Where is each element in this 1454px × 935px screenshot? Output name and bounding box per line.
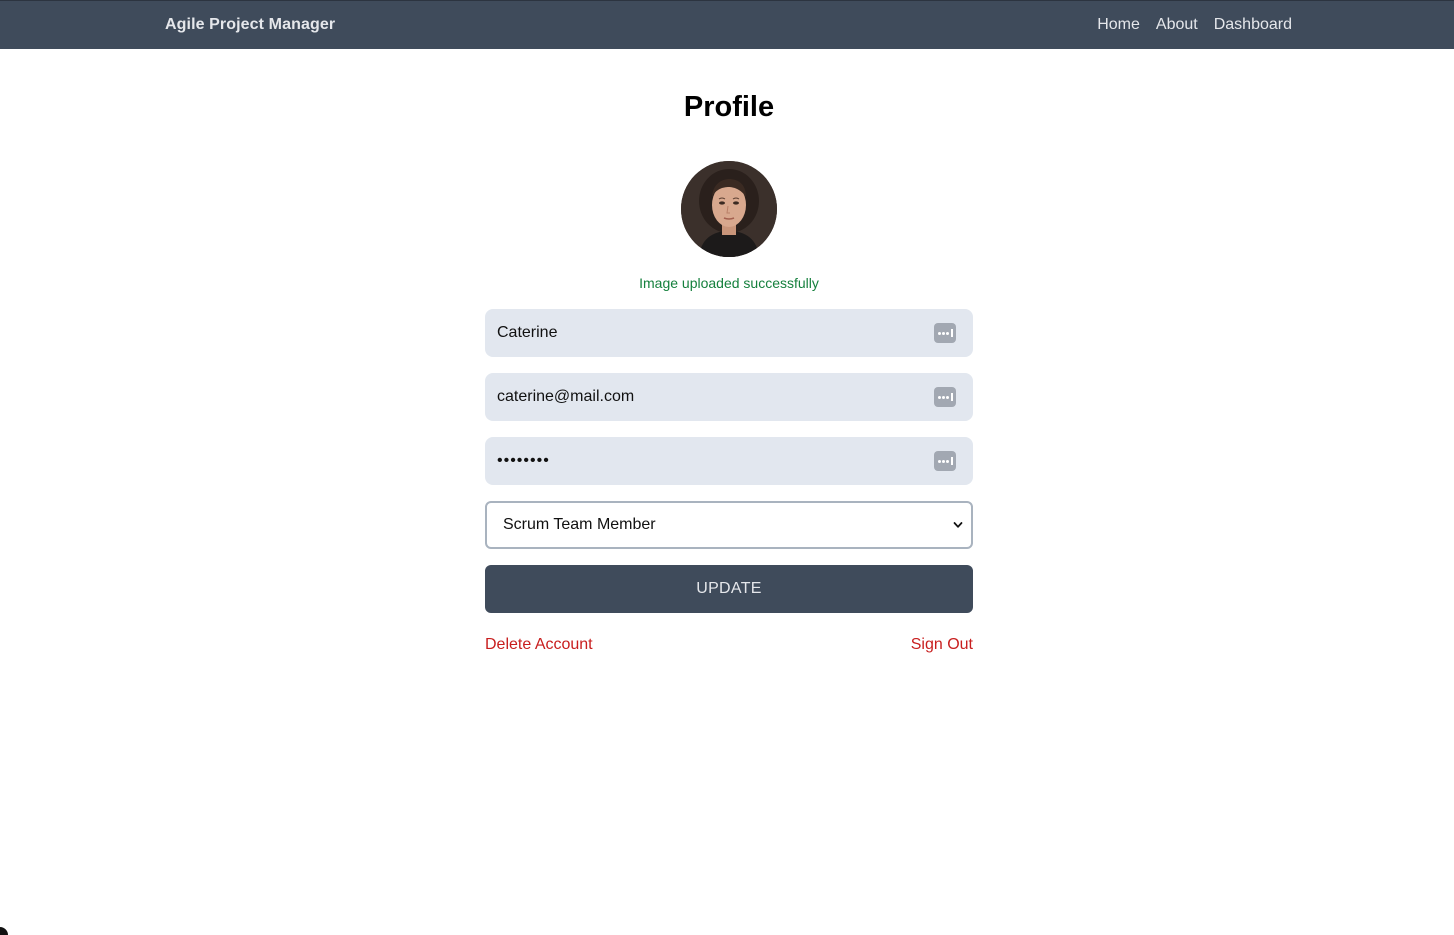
nav-home-link[interactable]: Home <box>1097 16 1140 34</box>
nav-dashboard-link[interactable]: Dashboard <box>1214 16 1292 34</box>
avatar-image <box>681 161 777 257</box>
chevron-down-icon <box>953 522 963 528</box>
username-input[interactable] <box>485 309 915 357</box>
sign-out-link[interactable]: Sign Out <box>911 636 973 654</box>
password-manager-key-icon[interactable] <box>934 387 956 407</box>
password-field[interactable]: •••••••• <box>485 437 973 485</box>
email-input[interactable] <box>485 373 915 421</box>
nav-links: Home About Dashboard <box>1097 16 1292 34</box>
password-manager-key-icon[interactable] <box>934 451 956 471</box>
password-input[interactable]: •••••••• <box>485 452 915 470</box>
window-corner <box>0 927 8 935</box>
nav-about-link[interactable]: About <box>1156 16 1198 34</box>
brand-title[interactable]: Agile Project Manager <box>165 16 335 34</box>
role-select-value: Scrum Team Member <box>503 516 656 533</box>
account-actions: Delete Account Sign Out <box>485 636 973 654</box>
page-title: Profile <box>683 91 775 123</box>
delete-account-link[interactable]: Delete Account <box>485 636 593 654</box>
top-navbar: Agile Project Manager Home About Dashboa… <box>0 0 1454 49</box>
upload-status-message: Image uploaded successfully <box>639 275 819 291</box>
username-field[interactable] <box>485 309 973 357</box>
email-field[interactable] <box>485 373 973 421</box>
update-button[interactable]: UPDATE <box>485 565 973 613</box>
avatar[interactable] <box>681 161 777 257</box>
password-manager-key-icon[interactable] <box>934 323 956 343</box>
role-select[interactable]: Scrum Team Member <box>485 501 973 549</box>
